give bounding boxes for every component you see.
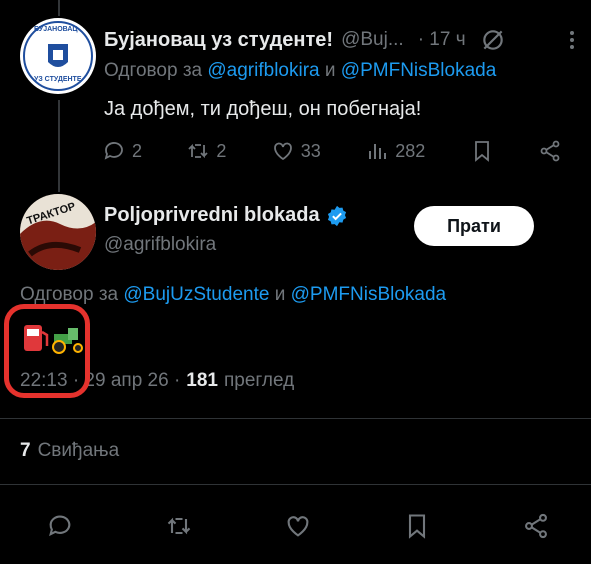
bookmark-icon <box>474 141 489 162</box>
grok-icon[interactable] <box>480 27 506 53</box>
reply-prefix: Одговор за <box>20 284 119 305</box>
tweet-text: Ја дођем, ти дођеш, он побегнаја! <box>104 98 422 120</box>
views-count: 181 <box>186 370 218 391</box>
handle[interactable]: @agrifblokira <box>104 234 216 256</box>
like-button[interactable] <box>284 512 312 540</box>
highlight-annotation <box>4 304 90 398</box>
like-count: 33 <box>300 140 321 161</box>
avatar[interactable]: ТРАКТОР <box>20 194 96 270</box>
avatar[interactable]: БУЈАНОВАЦ УЗ СТУДЕНТЕ <box>20 18 96 94</box>
reply-header: Бујановац уз студенте! @Buj... · 17 ч <box>104 26 574 54</box>
likes-label: Свиђања <box>37 440 120 461</box>
bookmark-button[interactable] <box>403 512 431 540</box>
views-button[interactable]: 282 <box>365 139 425 163</box>
repost-button[interactable] <box>165 512 193 540</box>
share-icon <box>540 140 560 162</box>
heart-icon <box>273 142 292 161</box>
repost-icon <box>188 143 209 159</box>
main-action-bar <box>46 510 550 542</box>
mention-link[interactable]: @agrifblokira <box>207 60 319 81</box>
share-button[interactable] <box>522 512 550 540</box>
follow-button[interactable]: Прати <box>414 206 534 246</box>
display-name[interactable]: Poljoprivredni blokada <box>104 204 320 227</box>
reply-context: Одговор за @BujUzStudente и @PMFNisBloka… <box>20 284 446 306</box>
reply-count: 2 <box>132 140 143 161</box>
views-label: преглед <box>224 370 295 391</box>
more-options-icon[interactable] <box>570 31 574 49</box>
likes-count: 7 <box>20 440 31 461</box>
verified-badge-icon <box>326 205 348 227</box>
repost-button[interactable]: 2 <box>186 139 226 163</box>
likes-summary[interactable]: 7 Свиђања <box>20 440 119 462</box>
divider <box>0 418 591 419</box>
mention-link[interactable]: @BujUzStudente <box>123 284 269 305</box>
reply-prefix: Одговор за <box>104 60 203 81</box>
mention-link[interactable]: @PMFNisBlokada <box>291 284 447 305</box>
mention-link[interactable]: @PMFNisBlokada <box>341 60 497 81</box>
share-icon <box>525 513 547 539</box>
bookmark-button[interactable] <box>470 139 494 163</box>
views-count: 282 <box>395 140 426 161</box>
timestamp[interactable]: · 17 ч <box>418 29 466 51</box>
reply-and: и <box>324 60 336 81</box>
heart-icon <box>287 516 309 537</box>
avatar-text-bottom: УЗ СТУДЕНТЕ <box>34 76 82 83</box>
reply-icon <box>49 515 71 537</box>
reply-button[interactable]: 2 <box>102 139 142 163</box>
reply-action-bar: 2 2 33 282 <box>102 138 562 164</box>
handle[interactable]: @Buj... <box>341 29 404 51</box>
avatar-text-top: БУЈАНОВАЦ <box>34 26 78 33</box>
display-name[interactable]: Бујановац уз студенте! <box>104 29 333 52</box>
bookmark-icon <box>408 514 426 539</box>
like-button[interactable]: 33 <box>271 139 321 163</box>
thread-line-top <box>58 0 60 16</box>
reply-button[interactable] <box>46 512 74 540</box>
reply-and: и <box>274 284 286 305</box>
divider <box>0 484 591 485</box>
thread-line-connector <box>58 100 60 192</box>
main-author: Poljoprivredni blokada <box>104 204 348 227</box>
views-icon <box>369 144 387 159</box>
reply-icon <box>104 142 123 160</box>
repost-count: 2 <box>216 140 227 161</box>
repost-icon <box>167 517 191 535</box>
reply-context: Одговор за @agrifblokira и @PMFNisBlokad… <box>104 60 496 82</box>
share-button[interactable] <box>538 139 562 163</box>
